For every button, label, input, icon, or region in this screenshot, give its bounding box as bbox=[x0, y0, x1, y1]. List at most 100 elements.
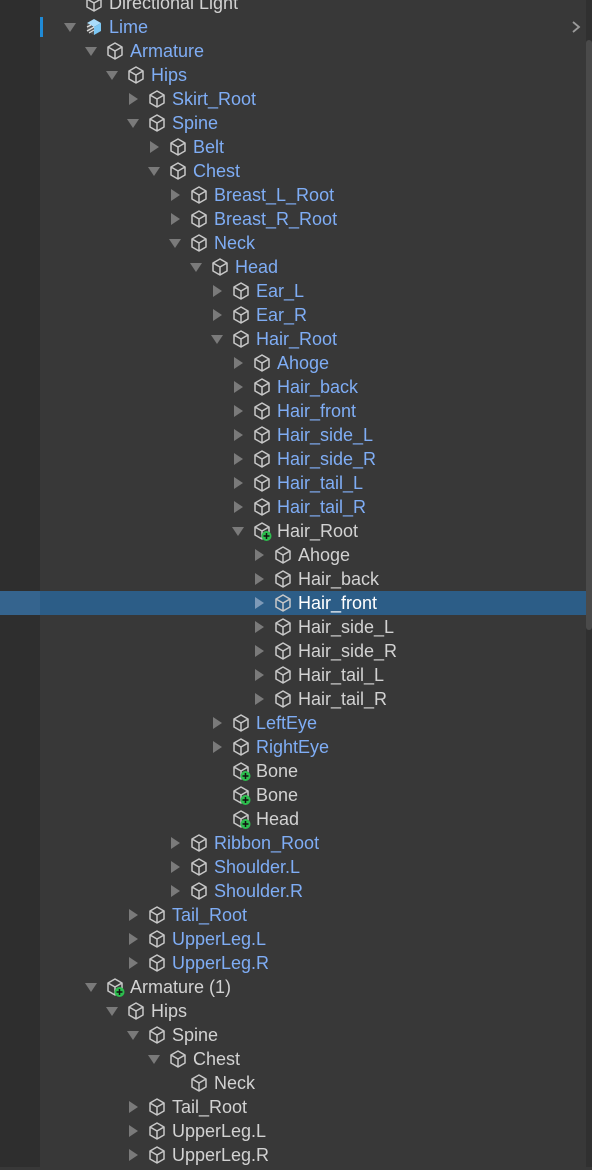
hierarchy-item[interactable]: Hair_tail_L bbox=[0, 471, 586, 495]
hierarchy-item[interactable]: Ahoge bbox=[0, 543, 586, 567]
hierarchy-item[interactable]: Hips bbox=[0, 999, 586, 1023]
hierarchy-item[interactable]: Head bbox=[0, 807, 586, 831]
hierarchy-item[interactable]: UpperLeg.L bbox=[0, 927, 586, 951]
collapse-arrow-right-icon[interactable] bbox=[210, 716, 224, 730]
collapse-arrow-right-icon[interactable] bbox=[210, 740, 224, 754]
collapse-arrow-right-icon[interactable] bbox=[210, 308, 224, 322]
expand-arrow-down-icon[interactable] bbox=[189, 260, 203, 274]
hierarchy-item[interactable]: Chest bbox=[0, 159, 586, 183]
hierarchy-item[interactable]: Hair_tail_R bbox=[0, 687, 586, 711]
collapse-arrow-right-icon[interactable] bbox=[147, 140, 161, 154]
collapse-arrow-right-icon[interactable] bbox=[210, 284, 224, 298]
hierarchy-item[interactable]: Hips bbox=[0, 63, 586, 87]
expand-arrow-down-icon[interactable] bbox=[231, 524, 245, 538]
collapse-arrow-right-icon[interactable] bbox=[252, 548, 266, 562]
hierarchy-item[interactable]: Directional Light bbox=[0, 0, 586, 15]
collapse-arrow-right-icon[interactable] bbox=[168, 884, 182, 898]
hierarchy-item[interactable]: Hair_side_L bbox=[0, 615, 586, 639]
hierarchy-item[interactable]: Hair_back bbox=[0, 375, 586, 399]
hierarchy-item[interactable]: Tail_Root bbox=[0, 903, 586, 927]
vertical-scrollbar[interactable] bbox=[586, 0, 592, 1167]
collapse-arrow-right-icon[interactable] bbox=[126, 908, 140, 922]
hierarchy-item[interactable]: Ahoge bbox=[0, 351, 586, 375]
expand-arrow-down-icon[interactable] bbox=[147, 164, 161, 178]
expand-arrow-down-icon[interactable] bbox=[105, 68, 119, 82]
hierarchy-item[interactable]: Hair_tail_L bbox=[0, 663, 586, 687]
expand-arrow-down-icon[interactable] bbox=[84, 980, 98, 994]
hierarchy-item[interactable]: Hair_Root bbox=[0, 327, 586, 351]
collapse-arrow-right-icon[interactable] bbox=[231, 476, 245, 490]
collapse-arrow-right-icon[interactable] bbox=[231, 428, 245, 442]
hierarchy-item[interactable]: Hair_side_R bbox=[0, 447, 586, 471]
collapse-arrow-right-icon[interactable] bbox=[231, 380, 245, 394]
hierarchy-item[interactable]: Skirt_Root bbox=[0, 87, 586, 111]
hierarchy-item[interactable]: Bone bbox=[0, 783, 586, 807]
hierarchy-item[interactable]: Neck bbox=[0, 1071, 586, 1095]
hierarchy-item[interactable]: Tail_Root bbox=[0, 1095, 586, 1119]
expand-arrow-down-icon[interactable] bbox=[126, 1028, 140, 1042]
hierarchy-item[interactable]: Spine bbox=[0, 111, 586, 135]
collapse-arrow-right-icon[interactable] bbox=[231, 500, 245, 514]
collapse-arrow-right-icon[interactable] bbox=[252, 620, 266, 634]
collapse-arrow-right-icon[interactable] bbox=[126, 1148, 140, 1162]
hierarchy-item[interactable]: Hair_tail_R bbox=[0, 495, 586, 519]
hierarchy-item[interactable]: UpperLeg.R bbox=[0, 1143, 586, 1167]
hierarchy-item[interactable]: Breast_L_Root bbox=[0, 183, 586, 207]
hierarchy-item[interactable]: Ear_R bbox=[0, 303, 586, 327]
expand-arrow-down-icon[interactable] bbox=[147, 1052, 161, 1066]
hierarchy-item[interactable]: UpperLeg.L bbox=[0, 1119, 586, 1143]
collapse-arrow-right-icon[interactable] bbox=[231, 452, 245, 466]
hierarchy-item-label: Hair_side_R bbox=[298, 641, 398, 661]
hierarchy-item[interactable]: Head bbox=[0, 255, 586, 279]
collapse-arrow-right-icon[interactable] bbox=[126, 1100, 140, 1114]
hierarchy-item[interactable]: Hair_side_R bbox=[0, 639, 586, 663]
expand-arrow-down-icon[interactable] bbox=[84, 44, 98, 58]
hierarchy-item[interactable]: Ribbon_Root bbox=[0, 831, 586, 855]
hierarchy-item[interactable]: Hair_back bbox=[0, 567, 586, 591]
hierarchy-item[interactable]: Hair_side_L bbox=[0, 423, 586, 447]
hierarchy-item[interactable]: Spine bbox=[0, 1023, 586, 1047]
collapse-arrow-right-icon[interactable] bbox=[168, 836, 182, 850]
hierarchy-item[interactable]: Armature (1) bbox=[0, 975, 586, 999]
collapse-arrow-right-icon[interactable] bbox=[126, 1124, 140, 1138]
hierarchy-item-label: LeftEye bbox=[256, 713, 318, 733]
collapse-arrow-right-icon[interactable] bbox=[252, 692, 266, 706]
hierarchy-item[interactable]: Armature bbox=[0, 39, 586, 63]
hierarchy-item[interactable]: Lime bbox=[0, 15, 586, 39]
gameobject-cube-icon bbox=[273, 689, 293, 709]
collapse-arrow-right-icon[interactable] bbox=[252, 572, 266, 586]
hierarchy-item[interactable]: Hair_Root bbox=[0, 519, 586, 543]
collapse-arrow-right-icon[interactable] bbox=[126, 92, 140, 106]
hierarchy-item[interactable]: Hair_front bbox=[0, 399, 586, 423]
hierarchy-item[interactable]: Shoulder.R bbox=[0, 879, 586, 903]
gameobject-cube-icon bbox=[252, 497, 272, 517]
expand-arrow-down-icon[interactable] bbox=[63, 20, 77, 34]
hierarchy-item[interactable]: Ear_L bbox=[0, 279, 586, 303]
scrollbar-thumb[interactable] bbox=[586, 40, 592, 630]
collapse-arrow-right-icon[interactable] bbox=[231, 356, 245, 370]
collapse-arrow-right-icon[interactable] bbox=[126, 932, 140, 946]
collapse-arrow-right-icon[interactable] bbox=[168, 860, 182, 874]
hierarchy-item[interactable]: Shoulder.L bbox=[0, 855, 586, 879]
expand-arrow-down-icon[interactable] bbox=[105, 1004, 119, 1018]
collapse-arrow-right-icon[interactable] bbox=[252, 596, 266, 610]
collapse-arrow-right-icon[interactable] bbox=[252, 644, 266, 658]
collapse-arrow-right-icon[interactable] bbox=[168, 188, 182, 202]
hierarchy-item[interactable]: Breast_R_Root bbox=[0, 207, 586, 231]
expand-arrow-down-icon[interactable] bbox=[210, 332, 224, 346]
hierarchy-item[interactable]: LeftEye bbox=[0, 711, 586, 735]
open-prefab-chevron-icon[interactable] bbox=[568, 18, 584, 36]
hierarchy-item[interactable]: Chest bbox=[0, 1047, 586, 1071]
hierarchy-item[interactable]: Belt bbox=[0, 135, 586, 159]
collapse-arrow-right-icon[interactable] bbox=[126, 956, 140, 970]
hierarchy-item[interactable]: Bone bbox=[0, 759, 586, 783]
hierarchy-item[interactable]: UpperLeg.R bbox=[0, 951, 586, 975]
collapse-arrow-right-icon[interactable] bbox=[168, 212, 182, 226]
collapse-arrow-right-icon[interactable] bbox=[252, 668, 266, 682]
expand-arrow-down-icon[interactable] bbox=[126, 116, 140, 130]
hierarchy-item[interactable]: RightEye bbox=[0, 735, 586, 759]
collapse-arrow-right-icon[interactable] bbox=[231, 404, 245, 418]
hierarchy-item[interactable]: Neck bbox=[0, 231, 586, 255]
hierarchy-item[interactable]: Hair_front bbox=[0, 591, 586, 615]
expand-arrow-down-icon[interactable] bbox=[168, 236, 182, 250]
